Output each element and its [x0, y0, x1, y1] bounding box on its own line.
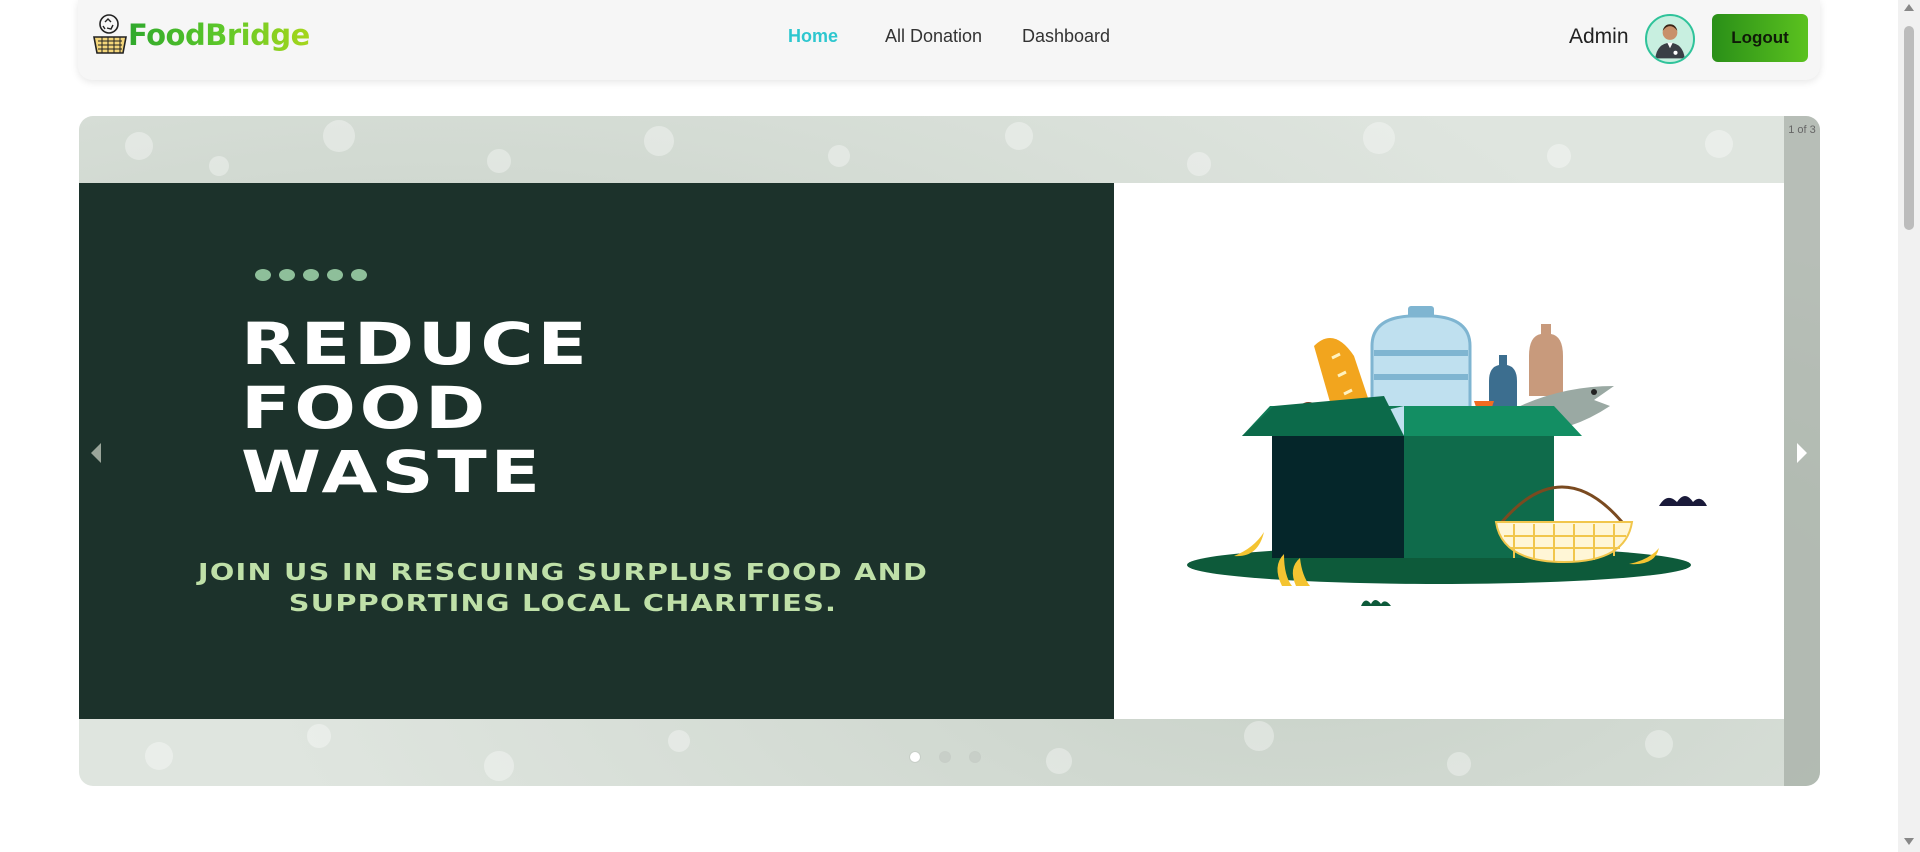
hero-carousel: REDUCE FOOD WASTE JOIN US IN RESCUING SU…	[79, 116, 1820, 786]
chevron-left-icon[interactable]	[91, 443, 101, 463]
headline-line-1: REDUCE	[241, 310, 591, 378]
brand-logo-link[interactable]: FoodBridge	[92, 12, 310, 58]
food-donation-box-illustration	[1187, 306, 1707, 606]
page-scrollbar[interactable]	[1898, 0, 1920, 852]
nav-link-home[interactable]: Home	[788, 26, 838, 47]
scroll-up-icon[interactable]	[1904, 4, 1914, 11]
headline-line-2: FOOD	[241, 374, 489, 442]
top-navbar: FoodBridge Home All Donation Dashboard A…	[78, 0, 1820, 80]
chevron-right-icon[interactable]	[1797, 443, 1807, 463]
user-avatar-icon[interactable]	[1645, 14, 1695, 64]
brand-name: FoodBridge	[128, 18, 310, 52]
slide-indicators	[910, 752, 980, 762]
nav-link-dashboard[interactable]: Dashboard	[1022, 26, 1110, 47]
user-name: Admin	[1569, 25, 1629, 48]
slide-indicator-1[interactable]	[910, 752, 920, 762]
scrollbar-thumb[interactable]	[1904, 26, 1914, 230]
decorative-dots	[255, 269, 367, 281]
nav-link-all-donation[interactable]: All Donation	[885, 26, 982, 47]
scroll-down-icon[interactable]	[1904, 838, 1914, 845]
slide-headline: REDUCE FOOD WASTE	[241, 312, 991, 504]
slide-subtitle: JOIN US IN RESCUING SURPLUS FOOD AND SUP…	[197, 560, 929, 617]
food-basket-recycle-icon	[93, 14, 127, 54]
slide-indicator-2[interactable]	[940, 752, 950, 762]
slide-counter: 1 of 3	[1788, 124, 1816, 136]
headline-line-3: WASTE	[241, 438, 544, 506]
logout-button[interactable]: Logout	[1712, 14, 1808, 62]
slide-indicator-3[interactable]	[970, 752, 980, 762]
